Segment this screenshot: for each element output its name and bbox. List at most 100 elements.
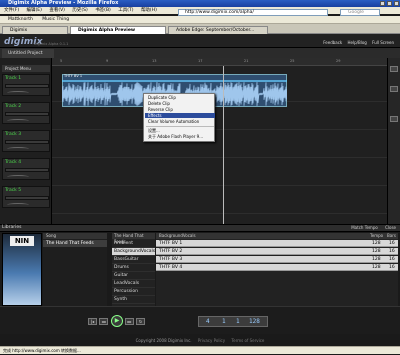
tab-untitled-project[interactable]: Untitled Project — [2, 49, 54, 58]
timeline-ruler[interactable]: 5 9 13 17 21 25 29 — [52, 58, 387, 66]
feedback-link[interactable]: Feedback — [323, 40, 342, 45]
ruler-tick: 29 — [336, 59, 341, 63]
library-bar — [0, 224, 400, 232]
tempo-readout[interactable]: 128 — [249, 317, 260, 327]
menu-tools[interactable]: 工具(T) — [118, 8, 133, 13]
menu-separator — [146, 126, 214, 127]
category-item[interactable]: Synth — [112, 296, 155, 304]
menu-item-effects[interactable]: Effects — [145, 113, 215, 118]
clip-row[interactable]: THTF BV 1 128 16 — [156, 240, 398, 247]
category-item[interactable]: Ambient — [112, 240, 155, 248]
category-item[interactable]: Guitar — [112, 272, 155, 280]
ruler-tick: 21 — [244, 59, 249, 63]
track-volume-slider[interactable] — [5, 140, 49, 144]
ruler-tick: 9 — [106, 59, 109, 63]
browser-tabs: Digimix Digimix Alpha Preview Adobe Edge… — [0, 24, 400, 34]
library-close-button[interactable]: Close — [385, 225, 396, 230]
window-title: Digimix Alpha Preview - Mozilla Firefox — [8, 0, 119, 6]
song-item[interactable]: The Hand That Feeds — [43, 240, 107, 247]
tab-adobe-edge[interactable]: Adobe Edge: September/October... — [168, 26, 268, 34]
category-item[interactable]: Percussion — [112, 288, 155, 296]
bookmark-music-thing[interactable]: Music Thing — [42, 17, 69, 22]
track-lane[interactable] — [52, 158, 387, 186]
back-icon[interactable]: ◂◂ — [99, 318, 108, 325]
track-header[interactable]: Track 2 — [2, 102, 50, 124]
privacy-link[interactable]: Privacy Policy — [198, 338, 225, 343]
play-button[interactable]: ▶ — [111, 315, 123, 327]
clip-row[interactable]: THTF BV 4 128 16 — [156, 264, 398, 271]
library-controls: Match Tempo Close — [351, 225, 396, 230]
playhead[interactable] — [223, 66, 224, 224]
clip-row[interactable]: THTF BV 3 128 16 — [156, 256, 398, 263]
full-screen-link[interactable]: Full Screen — [372, 40, 394, 45]
clip-row[interactable]: THTF BV 2 128 16 — [156, 248, 398, 255]
menu-bookmarks[interactable]: 书签(B) — [95, 8, 111, 13]
loop-icon[interactable]: ↻ — [136, 318, 145, 325]
tab-digimix-alpha[interactable]: Digimix Alpha Preview — [70, 26, 166, 34]
close-window-button[interactable] — [394, 1, 399, 6]
track-lane[interactable] — [52, 130, 387, 158]
track-header[interactable]: Track 5 — [2, 186, 50, 208]
tick-readout: 1 — [236, 318, 240, 325]
help-blog-link[interactable]: Help/Blog — [348, 40, 367, 45]
menu-help[interactable]: 帮助(H) — [141, 8, 157, 13]
clip-name-header: BackgroundVocals — [159, 233, 196, 238]
track-volume-slider[interactable] — [5, 84, 49, 88]
menu-item-about-flash[interactable]: 关于 Adobe Flash Player 9... — [145, 134, 215, 139]
library-title: Libraries — [2, 225, 22, 230]
menu-file[interactable]: 文件(F) — [4, 8, 19, 13]
project-menu-button[interactable]: Project Menu — [2, 65, 50, 72]
clip-name: THTF BV 3 — [159, 257, 183, 262]
menu-item-duplicate-clip[interactable]: Duplicate Clip — [145, 95, 215, 100]
menu-item-clear-volume[interactable]: Clear Volume Automation — [145, 119, 215, 124]
search-input[interactable]: Google — [340, 9, 380, 16]
clip-bars: 16 — [389, 257, 395, 262]
maximize-button[interactable] — [387, 1, 392, 6]
track-volume-slider[interactable] — [5, 168, 49, 172]
pan-knob-icon[interactable] — [7, 91, 29, 95]
track-label: Track 2 — [5, 104, 22, 109]
zoom-out-icon[interactable] — [390, 86, 398, 92]
forward-icon[interactable]: ▸▸ — [125, 318, 134, 325]
track-lane[interactable] — [52, 186, 387, 214]
zoom-in-icon[interactable] — [390, 66, 398, 72]
menu-item-settings[interactable]: 设置... — [145, 128, 215, 133]
track-header[interactable]: Track 3 — [2, 130, 50, 152]
rewind-icon[interactable]: |◂ — [88, 318, 97, 325]
category-item[interactable]: BassGuitar — [112, 256, 155, 264]
track-header[interactable]: Track 1 — [2, 74, 50, 96]
clip-label: THTF BV 1 — [64, 74, 83, 78]
pan-knob-icon[interactable] — [7, 119, 29, 123]
menu-edit[interactable]: 编辑(E) — [27, 8, 42, 13]
url-input[interactable]: http://www.digimix.com/alpha/ — [178, 9, 328, 16]
track-label: Track 4 — [5, 160, 22, 165]
track-label: Track 5 — [5, 188, 22, 193]
menu-view[interactable]: 查看(V) — [49, 8, 65, 13]
match-tempo-toggle[interactable]: Match Tempo — [351, 225, 378, 230]
beat-readout: 1 — [222, 318, 226, 325]
terms-link[interactable]: Terms of Service — [231, 338, 264, 343]
track-volume-slider[interactable] — [5, 112, 49, 116]
track-header[interactable]: Track 4 — [2, 158, 50, 180]
pan-knob-icon[interactable] — [7, 147, 29, 151]
menu-item-reverse-clip[interactable]: Reverse Clip — [145, 107, 215, 112]
clip-name: THTF BV 1 — [159, 241, 183, 246]
scroll-up-icon[interactable] — [390, 116, 398, 122]
ruler-tick: 13 — [152, 59, 157, 63]
copyright-text: Copyright 2008 Digimix Inc. — [135, 338, 192, 343]
app-version: Digimix Alpha 0.1.1 — [34, 42, 69, 46]
status-bar: 完成 http://www.digimix.com 转换数据... — [0, 346, 400, 354]
minimize-button[interactable] — [380, 1, 385, 6]
track-volume-slider[interactable] — [5, 196, 49, 200]
bookmark-mattknorth[interactable]: Mattknorth — [8, 17, 33, 22]
category-item[interactable]: LeadVocals — [112, 280, 155, 288]
menu-item-delete-clip[interactable]: Delete Clip — [145, 101, 215, 106]
clip-list-header: BackgroundVocals Tempo Bars — [156, 233, 398, 239]
category-item[interactable]: Drums — [112, 264, 155, 272]
category-item[interactable]: BackgroundVocals — [112, 248, 155, 256]
tab-digimix[interactable]: Digimix — [2, 26, 68, 34]
menu-history[interactable]: 历史(S) — [72, 8, 87, 13]
pan-knob-icon[interactable] — [7, 203, 29, 207]
pan-knob-icon[interactable] — [7, 175, 29, 179]
timeline-scrollbar[interactable] — [387, 58, 400, 224]
